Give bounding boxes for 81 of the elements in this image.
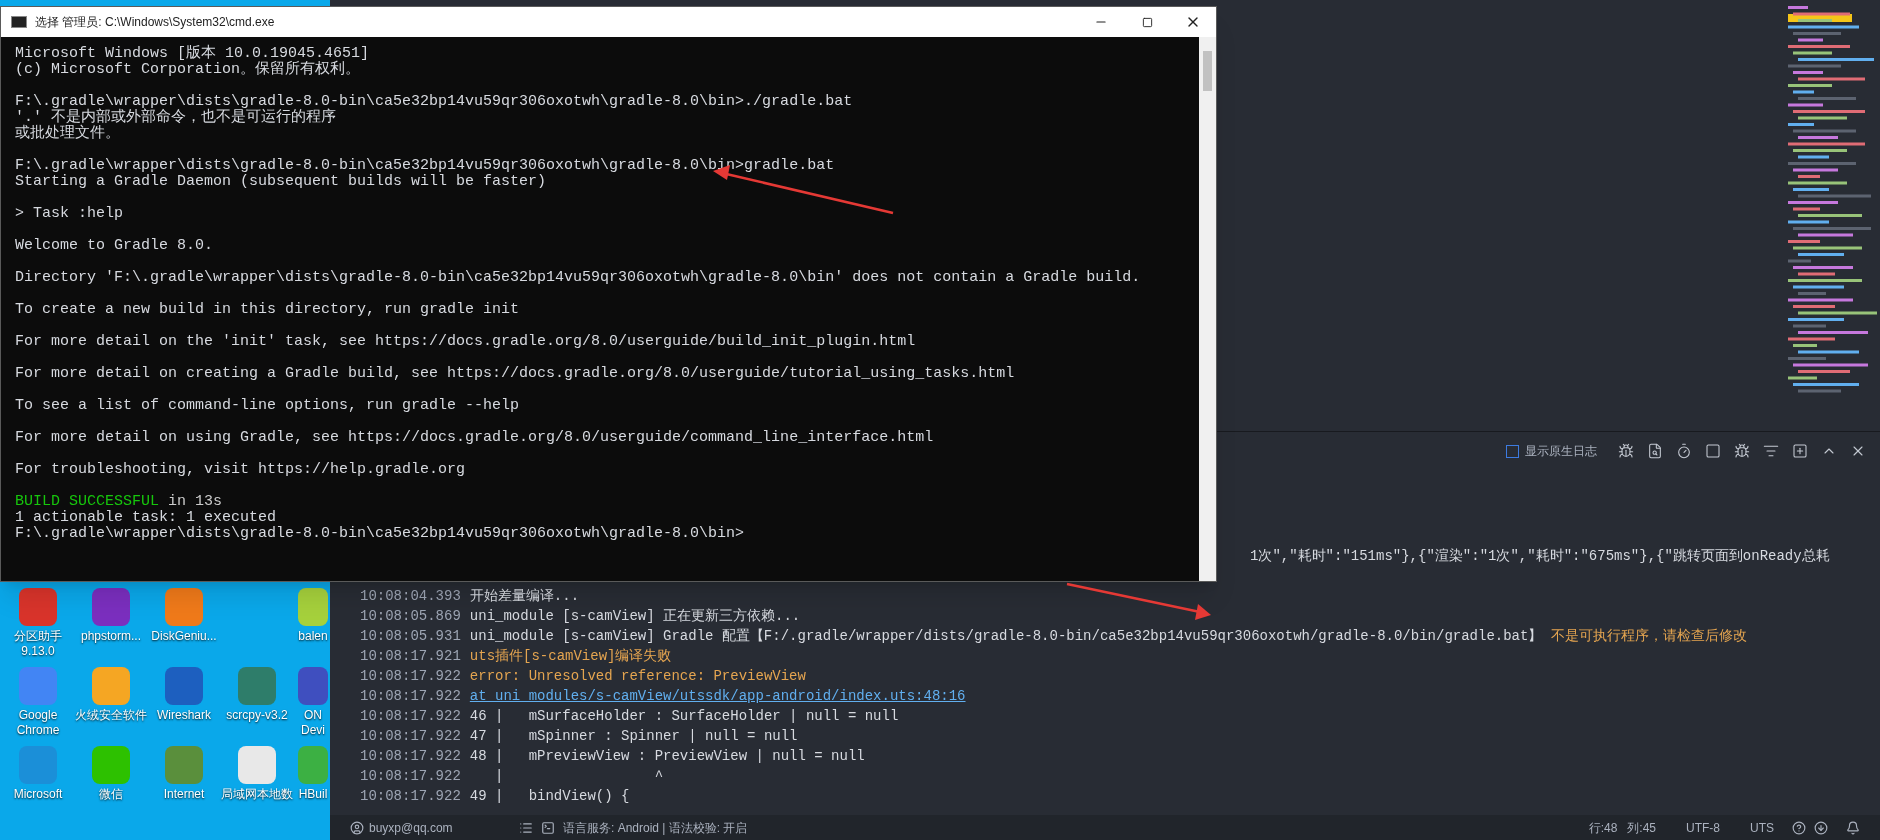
log-timestamp: 10:08:17.922: [360, 746, 461, 766]
list-icon[interactable]: [519, 820, 533, 835]
log-text: 不是可执行程序，请检查后修改: [1551, 626, 1748, 646]
log-timestamp: 10:08:17.922: [360, 726, 461, 746]
console-line: Directory 'F:\.gradle\wrapper\dists\gradle-8.0-bin\ca5e32bp14vu59qr306oxotwh\gradle-8.0\bin' does not contain a Gradle build.: [15, 268, 1142, 286]
bell-icon[interactable]: [1846, 820, 1860, 835]
user-icon[interactable]: [350, 820, 364, 835]
app-icon[interactable]: [298, 667, 328, 705]
icon-label: scrcpy-v3.2: [226, 708, 288, 723]
console-line: BUILD SUCCESSFUL in 13s: [15, 492, 224, 510]
icon-label: 局域网本地数: [221, 787, 293, 802]
console-line: Microsoft Windows [版本 10.0.19045.4651]: [15, 46, 371, 62]
log-text: error: Unresolved reference: PreviewView: [469, 666, 806, 686]
log-text: 46 | mSurfaceHolder : SurfaceHolder | null = null: [469, 706, 899, 726]
help-icon[interactable]: [1792, 820, 1806, 835]
terminal-icon[interactable]: [541, 820, 555, 835]
log-text: uni_module [s-camView] Gradle 配置【F:/.gradle/wrapper/dists/gradle-8.0-bin/ca5e32bp14vu59qr306oxotwh/gradle-8.0/bin/gradle.bat】: [469, 626, 1543, 646]
console-line: (c) Microsoft Corporation。保留所有权利。: [15, 62, 362, 78]
file-search-icon[interactable]: [1647, 443, 1663, 459]
console-line: F:\.gradle\wrapper\dists\gradle-8.0-bin\ca5e32bp14vu59qr306oxotwh\gradle-8.0\bin>: [15, 526, 746, 542]
icon-label: balen: [298, 629, 328, 644]
console-line: For troubleshooting, visit https://help.gradle.org: [15, 460, 467, 478]
console-line: To create a new build in this directory, run gradle init: [15, 300, 521, 318]
log-timestamp: 10:08:17.921: [360, 646, 461, 666]
icon-label: phpstorm...: [81, 629, 141, 644]
console-line: For more detail on using Gradle, see https://docs.gradle.org/8.0/userguide/command_line_interface.html: [15, 428, 935, 446]
icon-label: Google Chrome: [15, 708, 61, 738]
log-timestamp: 10:08:04.393: [360, 586, 461, 606]
console-line: > Task :help: [15, 204, 125, 222]
bug-icon[interactable]: [1734, 443, 1750, 459]
language-mode[interactable]: UTS: [1750, 818, 1774, 837]
log-timestamp: 10:08:05.869: [360, 606, 461, 626]
log-text: | ^: [494, 766, 664, 786]
log-link[interactable]: at uni_modules/s-camView/utssdk/app-android/index.uts:48:16: [469, 685, 966, 707]
encoding-label[interactable]: UTF-8: [1686, 818, 1720, 837]
stop-icon[interactable]: [1705, 443, 1721, 459]
log-timestamp: 10:08:17.922: [360, 666, 461, 686]
log-text: 49 | bindView() {: [469, 786, 630, 806]
log-timestamp: 10:08:17.922: [360, 766, 461, 786]
console-line: Starting a Gradle Daemon (subsequent builds will be faster): [15, 174, 548, 190]
timer-icon[interactable]: [1676, 443, 1692, 459]
log-text: 开始差量编译...: [469, 586, 580, 606]
console-line: For more detail on creating a Gradle build, see https://docs.gradle.org/8.0/userguide/tutorial_using_tasks.html: [15, 364, 1016, 382]
scrollbar[interactable]: [1199, 37, 1216, 581]
language-service-status[interactable]: 语言服务: Android | 语法校验: 开启: [563, 818, 748, 837]
icon-label: 微信: [99, 787, 123, 802]
icon-label: DiskGeniu...: [151, 629, 217, 644]
log-text: 48 | mPreviewView : PreviewView | null = null: [469, 746, 865, 766]
add-icon[interactable]: [1792, 443, 1808, 459]
log-timestamp: 10:08:17.922: [360, 786, 461, 806]
console-line: To see a list of command-line options, run gradle --help: [15, 396, 521, 414]
icon-label: HBuil: [298, 787, 328, 802]
log-text: 1次","耗时":"151ms"},{"渲染":"1次","耗时":"675ms"},{"跳转页面到onReady总耗: [1250, 546, 1830, 566]
icon-label: Internet: [163, 787, 205, 802]
cursor-column[interactable]: 列:45: [1627, 818, 1656, 837]
log-timestamp: 10:08:17.922: [360, 686, 461, 706]
icon-label: Microsoft: [13, 787, 63, 802]
console-line: 1 actionable task: 1 executed: [15, 510, 278, 526]
log-text: 47 | mSpinner : Spinner | null = null: [469, 726, 798, 746]
cursor-line[interactable]: 行:48: [1588, 818, 1618, 837]
bug-icon[interactable]: [1618, 443, 1634, 459]
filter-icon[interactable]: [1763, 443, 1779, 459]
maximize-icon[interactable]: [1141, 16, 1153, 28]
console-line: For more detail on the 'init' task, see https://docs.gradle.org/8.0/userguide/build_init_plugin.html: [15, 332, 917, 350]
icon-label: ON Devi: [300, 708, 326, 738]
download-icon[interactable]: [1814, 820, 1828, 835]
window-title: 选择 管理员: C:\Windows\System32\cmd.exe: [35, 14, 275, 31]
user-email[interactable]: buyxp@qq.com: [369, 818, 519, 837]
log-text: uni_module [s-camView] 正在更新三方依赖...: [469, 606, 801, 626]
console-line: 或批处理文件。: [15, 126, 121, 142]
log-text: uts插件[s-camView]编译失败: [469, 646, 672, 666]
icon-label: 火绒安全软件: [75, 708, 147, 723]
icon-label: 分区助手 9.13.0: [13, 629, 63, 659]
native-log-checkbox[interactable]: 显示原生日志: [1506, 442, 1597, 460]
app-icon[interactable]: [92, 588, 130, 626]
log-timestamp: 10:08:05.931: [360, 626, 461, 646]
terminal-icon: [11, 16, 27, 28]
log-timestamp: 10:08:17.922: [360, 706, 461, 726]
console-line: F:\.gradle\wrapper\dists\gradle-8.0-bin\ca5e32bp14vu59qr306oxotwh\gradle-8.0\bin>gradle.bat: [15, 156, 836, 174]
icon-label: Wireshark: [157, 708, 211, 723]
console-line: Welcome to Gradle 8.0.: [15, 236, 215, 254]
